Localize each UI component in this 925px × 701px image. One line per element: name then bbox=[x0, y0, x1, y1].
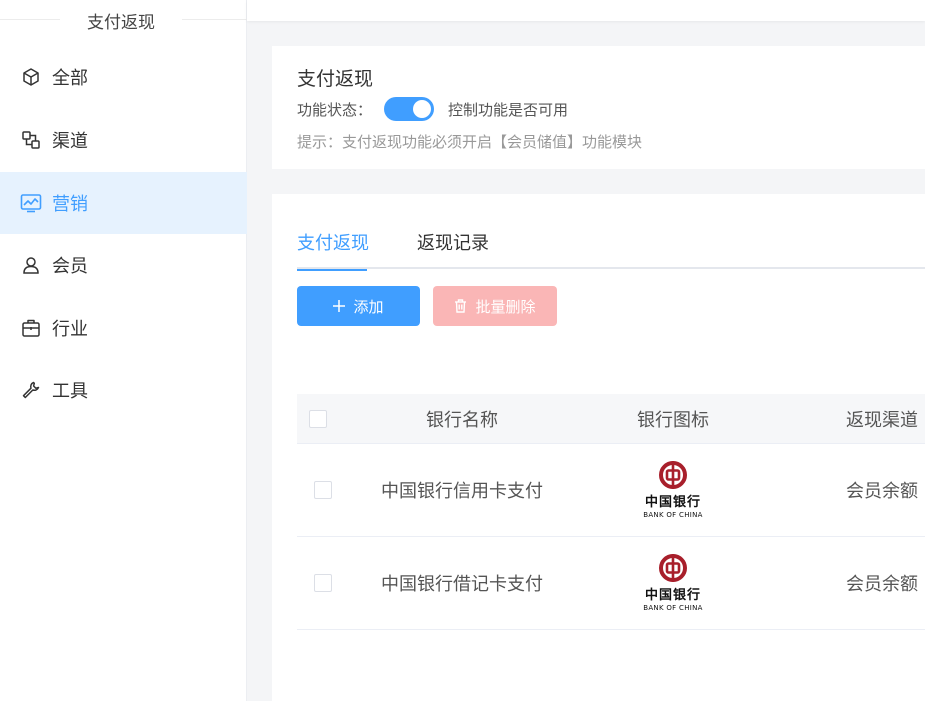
add-button[interactable]: 添加 bbox=[297, 286, 420, 326]
header-bank-name: 银行名称 bbox=[426, 409, 498, 431]
bank-logo-cell: 中国银行 BANK OF CHINA bbox=[613, 537, 733, 629]
page-title: 支付返现 bbox=[297, 68, 374, 90]
status-description: 控制功能是否可用 bbox=[448, 100, 569, 119]
feature-toggle[interactable] bbox=[384, 97, 435, 121]
sidebar-item-label: 工具 bbox=[52, 381, 88, 402]
sidebar-item-marketing[interactable]: 营销 bbox=[0, 172, 247, 234]
header-bank-icon: 银行图标 bbox=[637, 409, 709, 431]
sidebar-item-label: 全部 bbox=[52, 68, 88, 89]
tab-bar: 支付返现 返现记录 bbox=[297, 230, 925, 271]
trash-icon bbox=[454, 299, 467, 313]
channel-icon bbox=[20, 129, 42, 151]
sidebar-item-label: 会员 bbox=[52, 256, 88, 277]
bank-of-china-icon bbox=[659, 461, 687, 489]
tab-label: 返现记录 bbox=[417, 233, 489, 254]
sidebar-item-tools[interactable]: 工具 bbox=[0, 359, 247, 421]
logo-chinese-text: 中国银行 bbox=[644, 495, 701, 510]
header-channel: 返现渠道 bbox=[846, 409, 918, 431]
toggle-knob bbox=[413, 100, 432, 118]
sidebar-item-label: 渠道 bbox=[52, 131, 88, 152]
table-row: 中国银行信用卡支付 中国银行 BANK OF CHINA 会员余额 bbox=[297, 444, 925, 537]
batch-delete-label: 批量删除 bbox=[475, 297, 536, 316]
bank-table: 银行名称 银行图标 返现渠道 中国银行信用卡支付 中国银行 BANK OF CH… bbox=[297, 394, 925, 630]
marketing-chart-icon bbox=[20, 192, 42, 214]
plus-icon bbox=[333, 300, 346, 312]
member-icon bbox=[20, 254, 42, 276]
divider bbox=[0, 19, 60, 20]
main-panel: 支付返现 返现记录 添加 批量删除 银行名称 银行图标 返现渠道 中国银行信用卡… bbox=[272, 194, 925, 701]
status-label: 功能状态： bbox=[297, 100, 373, 119]
sidebar-item-label: 营销 bbox=[52, 194, 88, 215]
batch-delete-button[interactable]: 批量删除 bbox=[433, 286, 557, 326]
bank-of-china-logo: 中国银行 BANK OF CHINA bbox=[638, 552, 708, 614]
bank-of-china-logo: 中国银行 BANK OF CHINA bbox=[638, 459, 708, 521]
row-select-cell bbox=[309, 444, 339, 536]
sidebar-header: 支付返现 bbox=[0, 0, 247, 40]
select-all-cell bbox=[309, 394, 339, 443]
bank-logo-cell: 中国银行 BANK OF CHINA bbox=[613, 444, 733, 536]
bank-of-china-icon bbox=[659, 554, 687, 582]
row-checkbox[interactable] bbox=[314, 481, 332, 499]
top-bar bbox=[247, 0, 925, 21]
select-all-checkbox[interactable] bbox=[309, 409, 327, 428]
hint-text: 提示：支付返现功能必须开启【会员储值】功能模块 bbox=[297, 133, 643, 151]
tab-payment-cashback[interactable]: 支付返现 bbox=[297, 230, 369, 271]
sidebar-title: 支付返现 bbox=[60, 8, 182, 33]
briefcase-icon bbox=[20, 317, 42, 339]
sidebar-item-all[interactable]: 全部 bbox=[0, 46, 247, 108]
logo-english-text: BANK OF CHINA bbox=[643, 604, 703, 612]
row-checkbox[interactable] bbox=[314, 574, 332, 592]
logo-chinese-text: 中国银行 bbox=[644, 588, 701, 603]
sidebar-item-label: 行业 bbox=[52, 319, 88, 340]
table-header: 银行名称 银行图标 返现渠道 bbox=[297, 394, 925, 444]
sidebar-item-industry[interactable]: 行业 bbox=[0, 297, 247, 359]
divider bbox=[182, 19, 247, 20]
logo-english-text: BANK OF CHINA bbox=[643, 511, 703, 519]
tab-cashback-records[interactable]: 返现记录 bbox=[417, 230, 489, 269]
bank-name-cell: 中国银行信用卡支付 bbox=[381, 481, 543, 502]
sidebar-item-member[interactable]: 会员 bbox=[0, 234, 247, 296]
bank-name-cell: 中国银行借记卡支付 bbox=[381, 574, 543, 595]
wrench-icon bbox=[20, 379, 42, 401]
cube-icon bbox=[20, 66, 42, 88]
sidebar: 支付返现 全部 渠道 营销 会员 行业 工具 bbox=[0, 0, 247, 701]
channel-cell: 会员余额 bbox=[846, 574, 918, 595]
active-tab-indicator bbox=[297, 269, 367, 271]
add-button-label: 添加 bbox=[353, 297, 384, 316]
tab-label: 支付返现 bbox=[297, 233, 369, 254]
feature-info-panel: 支付返现 功能状态： 控制功能是否可用 提示：支付返现功能必须开启【会员储值】功… bbox=[272, 46, 925, 169]
row-select-cell bbox=[309, 537, 339, 629]
status-row: 功能状态： 控制功能是否可用 bbox=[297, 96, 568, 122]
channel-cell: 会员余额 bbox=[846, 481, 918, 502]
table-row: 中国银行借记卡支付 中国银行 BANK OF CHINA 会员余额 bbox=[297, 537, 925, 630]
sidebar-item-channel[interactable]: 渠道 bbox=[0, 109, 247, 171]
